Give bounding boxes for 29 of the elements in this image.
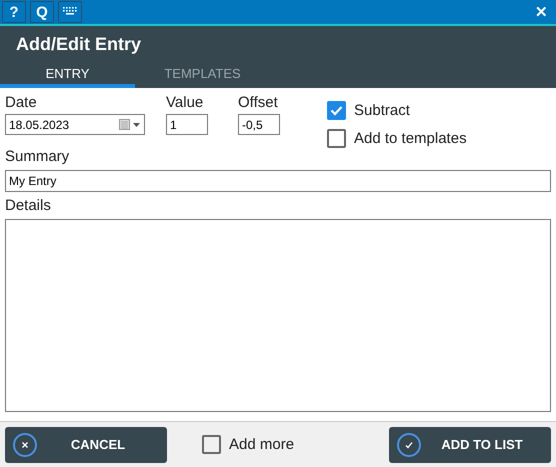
toolbar-button[interactable]: Q	[30, 1, 54, 23]
field-label: Details	[5, 197, 52, 216]
value-field[interactable]: 1	[166, 114, 208, 135]
keyboard-icon[interactable]	[58, 1, 82, 23]
checkbox-label: Add more	[229, 436, 294, 453]
checkbox[interactable]	[327, 128, 346, 148]
checkbox-label: Subtract	[354, 102, 410, 118]
add-to-list-button[interactable]: ADD TO LIST	[389, 426, 551, 462]
field-label: Offset	[238, 94, 279, 113]
cancel-button[interactable]: CANCEL	[5, 426, 167, 462]
details-field[interactable]	[5, 219, 551, 412]
check-icon	[330, 104, 343, 116]
field-label: Value	[166, 94, 204, 113]
date-field[interactable]: 18.05.2023	[5, 114, 145, 135]
tab[interactable]: ENTRY	[0, 62, 135, 88]
offset-field[interactable]: -0,5	[238, 114, 280, 135]
checkbox[interactable]	[202, 435, 221, 454]
tab[interactable]: TEMPLATES	[135, 62, 270, 88]
close-icon	[13, 432, 37, 456]
close-button[interactable]: ✕	[529, 3, 554, 21]
field-label: Summary	[5, 148, 70, 167]
field-label: Date	[5, 94, 38, 113]
toolbar-button[interactable]: ?	[2, 1, 26, 23]
check-icon	[397, 432, 421, 456]
checkbox-label: Add to templates	[354, 130, 467, 146]
summary-field[interactable]: My Entry	[5, 170, 551, 192]
checkbox[interactable]	[327, 100, 346, 120]
calendar-icon[interactable]	[119, 119, 141, 130]
dialog-title: Add/Edit Entry	[15, 33, 142, 56]
